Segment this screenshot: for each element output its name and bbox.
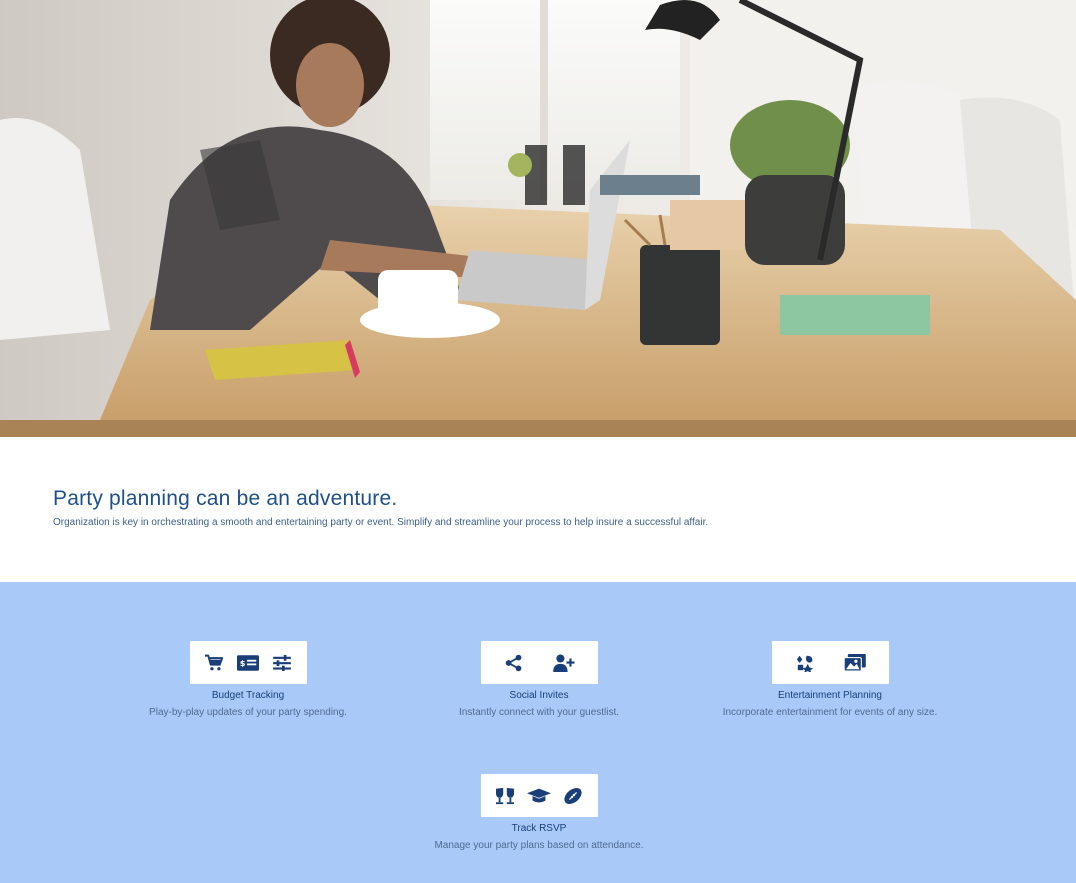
cart-icon[interactable] (202, 651, 226, 675)
feature-budget-tracking: $ Budget Tracking Play-by-play updates o… (98, 641, 398, 720)
graduation-cap-icon[interactable] (526, 784, 551, 808)
feature-social-invites: Social Invites Instantly connect with yo… (389, 641, 689, 720)
feature-icon-group (480, 641, 598, 684)
feature-description: Manage your party plans based on attenda… (434, 840, 644, 851)
feature-title: Social Invites (509, 690, 569, 701)
feature-description: Instantly connect with your guestlist. (458, 707, 620, 718)
football-icon[interactable] (561, 784, 585, 808)
feature-icon-group (771, 641, 889, 684)
entertainment-icon[interactable] (793, 651, 817, 675)
intro-text: Organization is key in orchestrating a s… (53, 517, 709, 528)
feature-icon-group (480, 774, 598, 817)
feature-title: Budget Tracking (211, 690, 285, 701)
feature-title: Entertainment Planning (778, 690, 882, 701)
feature-description: Play-by-play updates of your party spend… (149, 707, 347, 718)
feature-track-rsvp: Track RSVP Manage your party plans based… (389, 774, 689, 853)
feature-icon-group: $ (189, 641, 307, 684)
hero-image (0, 0, 1076, 437)
feature-title: Track RSVP (511, 823, 567, 834)
feature-description: Incorporate entertainment for events of … (722, 707, 938, 718)
svg-text:$: $ (240, 658, 246, 668)
photo-gallery-icon[interactable] (843, 651, 867, 675)
feature-entertainment-planning: Entertainment Planning Incorporate enter… (680, 641, 980, 720)
money-card-icon[interactable]: $ (236, 651, 260, 675)
add-user-icon[interactable] (552, 651, 576, 675)
share-icon[interactable] (502, 651, 526, 675)
intro-section: Party planning can be an adventure. Orga… (0, 437, 1076, 582)
intro-heading: Party planning can be an adventure. (53, 487, 398, 510)
features-section: $ Budget Tracking Play-by-play updates o… (0, 582, 1076, 883)
glasses-cheers-icon[interactable] (493, 784, 517, 808)
sliders-icon[interactable] (270, 651, 294, 675)
